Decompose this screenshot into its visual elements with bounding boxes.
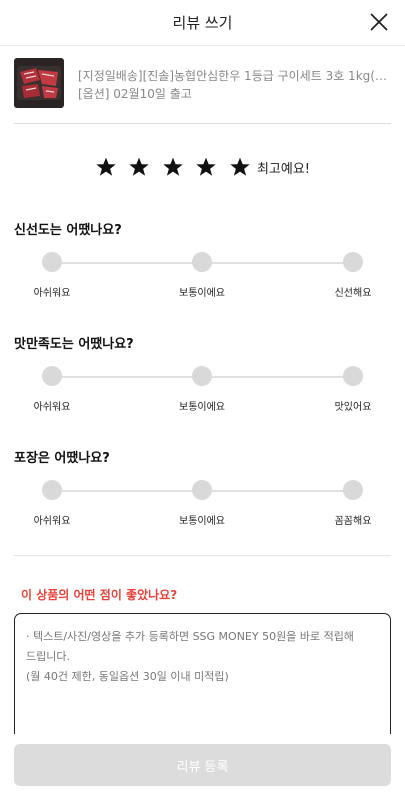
freshness-scale: 아쉬워요 보통이에요 신선해요	[14, 252, 391, 302]
star-icon[interactable]	[195, 156, 217, 178]
good-point-question: 이 상품의 어떤 점이 좋았나요?	[21, 588, 178, 602]
placeholder-line: · 텍스트/사진/영상을 추가 등록하면 SSG MONEY 50원을 바로 적…	[26, 630, 354, 643]
footer: 리뷰 등록	[0, 734, 405, 800]
scale-option-3[interactable]	[343, 252, 363, 272]
packaging-question: 포장은 어땠나요?	[14, 451, 110, 466]
freshness-question: 신선도는 어땠나요?	[14, 223, 122, 238]
close-icon	[370, 13, 388, 31]
star-icon[interactable]	[229, 156, 251, 178]
header: 리뷰 쓰기	[0, 0, 405, 46]
packaging-scale: 아쉬워요 보통이에요 꼼꼼해요	[14, 480, 391, 530]
scale-option-2[interactable]	[192, 366, 212, 386]
product-summary: [지정일배송][진솔]농협안심한우 1등급 구이세트 3호 1kg(등심, 채끝…	[14, 58, 391, 124]
scale-option-1[interactable]	[42, 366, 62, 386]
placeholder-line: (월 40건 제한, 동일옵션 30일 이내 미적립)	[26, 670, 229, 683]
scale-label: 아쉬워요	[33, 402, 71, 413]
taste-question: 맛만족도는 어땠나요?	[14, 337, 134, 352]
scale-option-2[interactable]	[192, 252, 212, 272]
star-rating: 최고예요!	[0, 155, 405, 179]
review-text-input[interactable]: · 텍스트/사진/영상을 추가 등록하면 SSG MONEY 50원을 바로 적…	[14, 613, 391, 753]
submit-review-button[interactable]: 리뷰 등록	[14, 744, 391, 786]
section-divider	[14, 555, 391, 556]
product-option: [옵션] 02월10일 출고	[78, 87, 192, 101]
scale-label: 맛있어요	[334, 402, 372, 413]
star-icon[interactable]	[128, 156, 150, 178]
product-name: [지정일배송][진솔]농협안심한우 1등급 구이세트 3호 1kg(등심, 채끝…	[78, 69, 391, 83]
placeholder-line: 드립니다.	[26, 650, 70, 663]
close-button[interactable]	[365, 8, 393, 36]
scale-option-1[interactable]	[42, 480, 62, 500]
star-icon[interactable]	[95, 156, 117, 178]
scale-label: 보통이에요	[179, 516, 225, 527]
taste-scale: 아쉬워요 보통이에요 맛있어요	[14, 366, 391, 416]
rating-label: 최고예요!	[256, 161, 311, 177]
page-title: 리뷰 쓰기	[172, 14, 233, 32]
scale-option-3[interactable]	[343, 366, 363, 386]
scale-label: 꼼꼼해요	[334, 516, 372, 527]
scale-label: 보통이에요	[179, 288, 225, 299]
product-thumbnail	[14, 58, 64, 108]
star-icon[interactable]	[162, 156, 184, 178]
scale-label: 보통이에요	[179, 402, 225, 413]
scale-option-3[interactable]	[343, 480, 363, 500]
scale-label: 아쉬워요	[33, 516, 71, 527]
scale-label: 아쉬워요	[33, 288, 71, 299]
scale-label: 신선해요	[334, 288, 372, 299]
scale-option-1[interactable]	[42, 252, 62, 272]
scale-option-2[interactable]	[192, 480, 212, 500]
